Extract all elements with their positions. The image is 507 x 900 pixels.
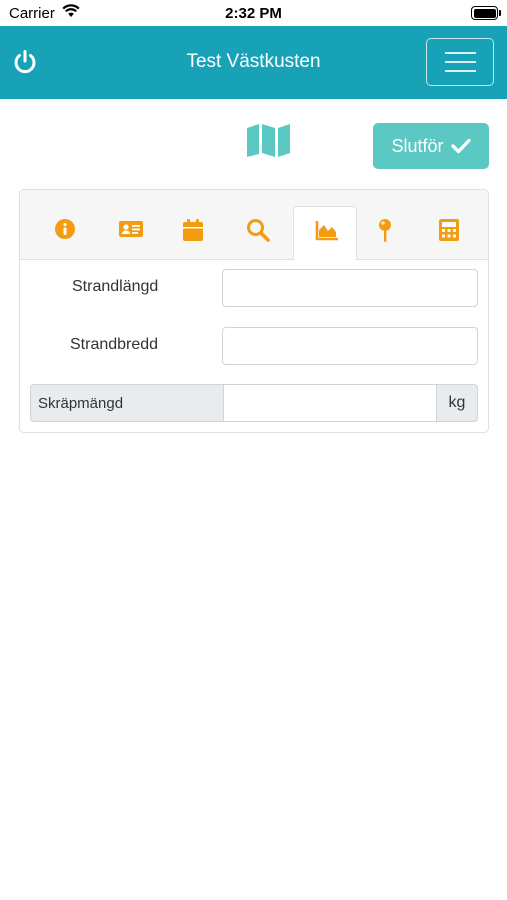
search-icon <box>247 219 270 242</box>
map-pin-icon <box>379 219 391 242</box>
navbar: Test Västkusten <box>0 26 507 99</box>
tab-area-chart[interactable] <box>293 206 357 261</box>
strandlangd-input[interactable] <box>222 269 478 307</box>
calendar-icon <box>183 219 203 241</box>
area-chart-icon <box>315 221 338 241</box>
status-bar: Carrier 2:32 PM <box>0 0 507 26</box>
check-icon <box>450 138 471 154</box>
strandlangd-label: Strandlängd <box>72 278 159 295</box>
finish-button[interactable]: Slutför <box>373 123 489 169</box>
map-button[interactable] <box>246 122 291 158</box>
calculator-icon <box>439 219 459 241</box>
map-icon <box>247 124 290 157</box>
tab-contact[interactable] <box>97 206 161 260</box>
skrapmangd-unit: kg <box>436 384 478 422</box>
strandbredd-input[interactable] <box>222 327 478 365</box>
finish-button-label: Slutför <box>391 135 444 156</box>
skrapmangd-label: Skräpmängd <box>30 384 224 422</box>
form-card: Strandlängd Strandbredd Skräpmängd kg <box>19 189 489 433</box>
id-card-icon <box>119 221 143 237</box>
tab-date[interactable] <box>161 206 225 260</box>
tab-bar <box>20 190 488 261</box>
tab-info[interactable] <box>33 206 97 260</box>
tab-search[interactable] <box>225 206 289 260</box>
tab-location[interactable] <box>353 206 417 260</box>
tab-calculator[interactable] <box>417 206 481 260</box>
status-time: 2:32 PM <box>225 5 282 22</box>
strandbredd-label: Strandbredd <box>70 336 159 353</box>
battery-icon <box>471 6 498 20</box>
battery-tip <box>499 10 501 16</box>
skrapmangd-input[interactable] <box>224 384 437 422</box>
info-circle-icon <box>55 219 75 239</box>
menu-button[interactable] <box>426 38 494 86</box>
